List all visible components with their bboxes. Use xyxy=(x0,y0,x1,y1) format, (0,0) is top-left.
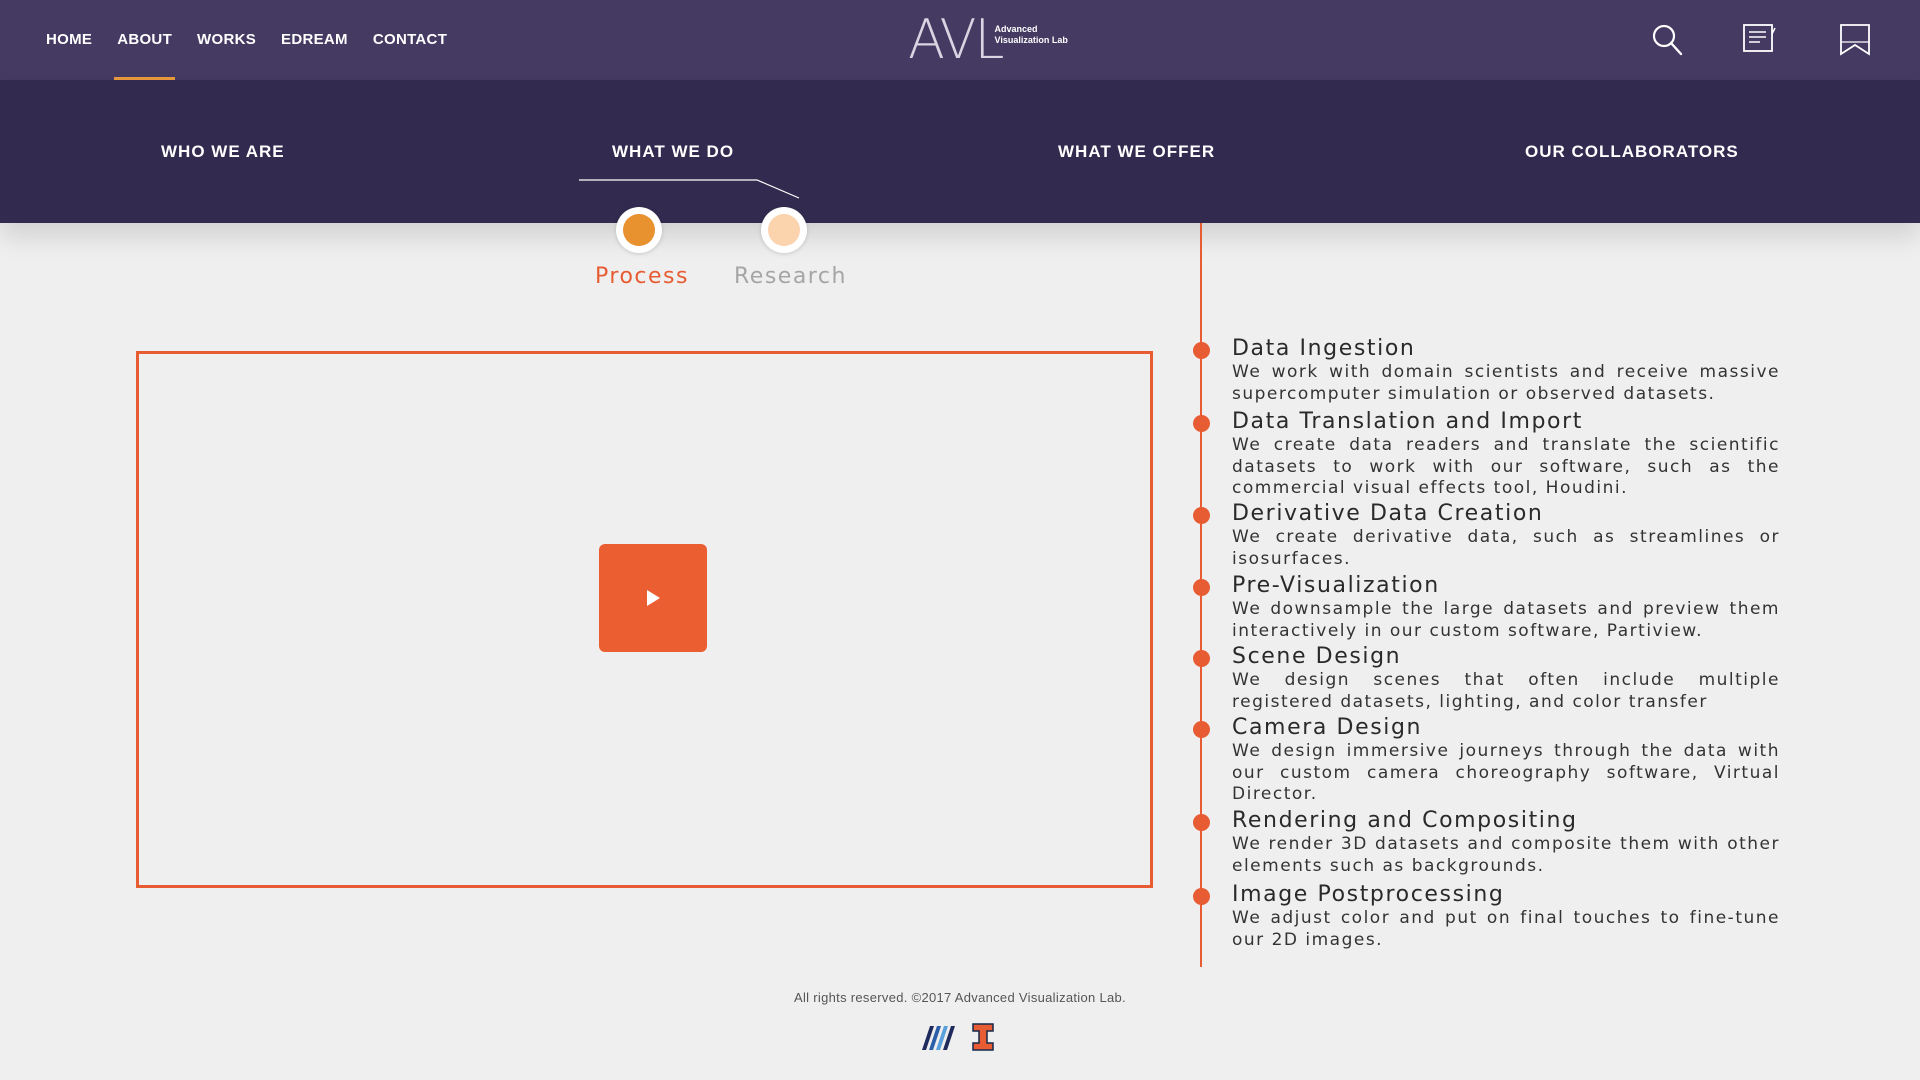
step-description: We create data readers and translate the… xyxy=(1232,435,1780,498)
step-title: Data Ingestion xyxy=(1232,336,1416,361)
tab-what-we-do[interactable]: WHAT WE DO xyxy=(612,142,734,162)
timeline-dot xyxy=(1193,579,1210,596)
nav-item-home[interactable]: HOME xyxy=(46,0,92,80)
research-label[interactable]: Research xyxy=(734,264,847,289)
step-description: We work with domain scientists and recei… xyxy=(1232,362,1780,404)
main-nav: HOME ABOUT WORKS EDREAM CONTACT xyxy=(46,0,472,80)
play-button[interactable] xyxy=(599,544,707,652)
step-title: Rendering and Compositing xyxy=(1232,808,1578,833)
process-step: Scene Design We design scenes that often… xyxy=(1193,644,1780,713)
tab-who-we-are[interactable]: WHO WE ARE xyxy=(161,142,285,162)
step-title: Derivative Data Creation xyxy=(1232,501,1544,526)
logo-text-line2: Visualization Lab xyxy=(994,35,1068,45)
timeline-dot xyxy=(1193,721,1210,738)
step-description: We render 3D datasets and composite them… xyxy=(1232,834,1780,876)
top-navigation-bar: HOME ABOUT WORKS EDREAM CONTACT AVL Adva… xyxy=(0,0,1920,80)
step-description: We adjust color and put on final touches… xyxy=(1232,908,1780,950)
step-description: We design immersive journeys through the… xyxy=(1232,741,1780,804)
step-title: Camera Design xyxy=(1232,715,1423,740)
step-title: Pre-Visualization xyxy=(1232,573,1440,598)
process-step: Data Ingestion We work with domain scien… xyxy=(1193,336,1780,405)
search-icon[interactable] xyxy=(1650,22,1686,58)
step-title: Scene Design xyxy=(1232,644,1402,669)
play-icon xyxy=(647,590,660,606)
tab-what-we-offer[interactable]: WHAT WE OFFER xyxy=(1058,142,1215,162)
timeline-dot xyxy=(1193,507,1210,524)
nav-item-about[interactable]: ABOUT xyxy=(114,0,175,80)
illinois-logo[interactable] xyxy=(972,1023,994,1051)
footer-copyright: All rights reserved. ©2017 Advanced Visu… xyxy=(794,990,1126,1005)
active-tab-indicator xyxy=(579,179,800,199)
step-title: Data Translation and Import xyxy=(1232,409,1583,434)
timeline-dot xyxy=(1193,342,1210,359)
logo-text: Advanced Visualization Lab xyxy=(995,24,1075,46)
process-step: Image Postprocessing We adjust color and… xyxy=(1193,882,1780,951)
timeline-dot xyxy=(1193,415,1210,432)
bookmark-icon[interactable] xyxy=(1838,22,1874,58)
timeline-dot xyxy=(1193,650,1210,667)
logo-mark: AVL xyxy=(908,8,1005,71)
research-dot xyxy=(768,214,800,246)
footer-logos xyxy=(922,1023,994,1051)
nav-item-edream[interactable]: EDREAM xyxy=(281,0,348,80)
process-step: Camera Design We design immersive journe… xyxy=(1193,715,1780,806)
logo-text-line1: Advanced xyxy=(994,24,1038,34)
about-subnav: WHO WE ARE WHAT WE DO WHAT WE OFFER OUR … xyxy=(0,80,1920,223)
process-label[interactable]: Process xyxy=(595,264,689,289)
step-description: We create derivative data, such as strea… xyxy=(1232,527,1780,569)
notes-icon[interactable] xyxy=(1742,22,1778,58)
process-step: Derivative Data Creation We create deriv… xyxy=(1193,501,1780,570)
timeline-dot xyxy=(1193,814,1210,831)
nav-item-contact[interactable]: CONTACT xyxy=(373,0,447,80)
avl-logo[interactable]: AVL Advanced Visualization Lab xyxy=(908,12,1075,68)
process-step: Rendering and Compositing We render 3D d… xyxy=(1193,808,1780,877)
timeline-dot xyxy=(1193,888,1210,905)
step-description: We downsample the large datasets and pre… xyxy=(1232,599,1780,641)
nav-item-works[interactable]: WORKS xyxy=(197,0,256,80)
process-dot xyxy=(623,214,655,246)
video-player[interactable] xyxy=(136,351,1153,888)
research-toggle[interactable] xyxy=(761,207,807,253)
step-description: We design scenes that often include mult… xyxy=(1232,670,1780,712)
process-step: Pre-Visualization We downsample the larg… xyxy=(1193,573,1780,642)
ncsa-logo[interactable] xyxy=(922,1024,956,1050)
process-step: Data Translation and Import We create da… xyxy=(1193,409,1780,500)
step-title: Image Postprocessing xyxy=(1232,882,1505,907)
process-toggle[interactable] xyxy=(616,207,662,253)
tab-our-collaborators[interactable]: OUR COLLABORATORS xyxy=(1525,142,1739,162)
